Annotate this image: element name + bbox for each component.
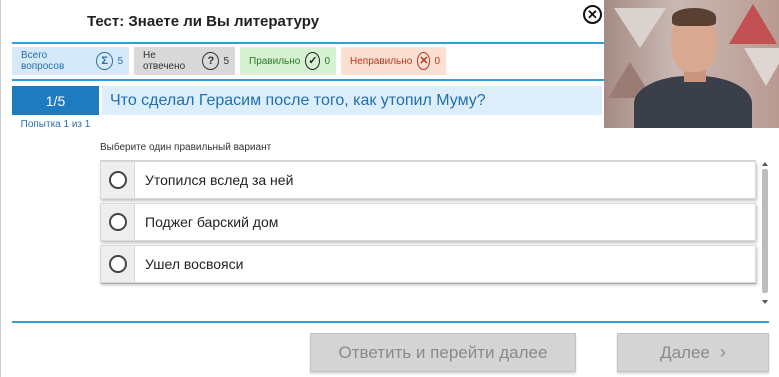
stat-unanswered: Не отвечено ? 5 [134,47,235,75]
close-icon: ✕ [587,7,598,22]
next-button[interactable]: Далее › [617,333,769,372]
stat-count: 0 [434,55,440,67]
button-label: Далее [660,342,710,362]
question-icon: ? [202,52,220,70]
quiz-title: Тест: Знаете ли Вы литературу [87,13,320,30]
radio-button[interactable] [108,213,127,231]
close-button[interactable]: ✕ [583,5,602,24]
stat-label: Всего вопросов [21,50,65,72]
webcam-overlay [604,0,779,128]
presenter-hair [672,8,716,26]
radio-button[interactable] [108,171,127,189]
scroll-down-arrow-icon[interactable] [762,300,768,304]
stat-correct: Правильно ✓ 0 [240,47,336,75]
radio-cell[interactable] [101,204,135,240]
stat-wrong: Неправильно ✕ 0 [341,47,446,75]
answer-option-label: Утопился вслед за ней [145,172,294,188]
stat-count: 5 [117,55,123,67]
presenter-body [634,76,752,128]
answer-option[interactable]: Поджег барский дом [100,203,756,241]
answer-options: Утопился вслед за ней Поджег барский дом… [100,160,756,284]
attempt-counter: Попытка 1 из 1 [20,119,91,130]
answer-option[interactable]: Утопился вслед за ней [100,161,756,199]
button-label: Ответить и перейти далее [338,342,548,362]
stats-bar: Всего вопросов Σ 5 Не отвечено ? 5 Прави… [12,47,446,75]
answer-option-label: Ушел восвояси [145,256,244,272]
radio-cell[interactable] [101,162,135,198]
stat-total-questions: Всего вопросов Σ 5 [12,47,129,75]
decor-triangle [744,48,779,86]
cross-icon: ✕ [417,52,431,70]
stat-count: 5 [223,55,229,67]
answer-option-label: Поджег барский дом [145,214,279,230]
chevron-right-icon: › [719,342,726,362]
decor-triangle [614,8,666,48]
quiz-window: Тест: Знаете ли Вы литературу ✕ Всего во… [0,0,779,377]
scroll-up-arrow-icon[interactable] [762,162,768,166]
divider [12,321,769,323]
answer-and-next-button[interactable]: Ответить и перейти далее [310,333,576,372]
stat-label: Правильно [249,55,301,67]
question-text: Что сделал Герасим после того, как утопи… [102,86,602,115]
radio-button[interactable] [108,255,127,273]
stat-count: 0 [324,55,330,67]
radio-cell[interactable] [101,246,135,282]
scroll-thumb[interactable] [762,169,768,293]
stat-label: Не отвечено [143,50,186,72]
check-icon: ✓ [305,52,321,70]
question-number: 1/5 [12,86,99,115]
decor-triangle [729,4,777,44]
options-scrollbar[interactable] [761,160,770,308]
sigma-icon: Σ [95,52,114,70]
answer-option[interactable]: Ушел восвояси [100,245,756,283]
answer-instruction: Выберите один правильный вариант [100,142,272,153]
stat-label: Неправильно [350,55,413,67]
